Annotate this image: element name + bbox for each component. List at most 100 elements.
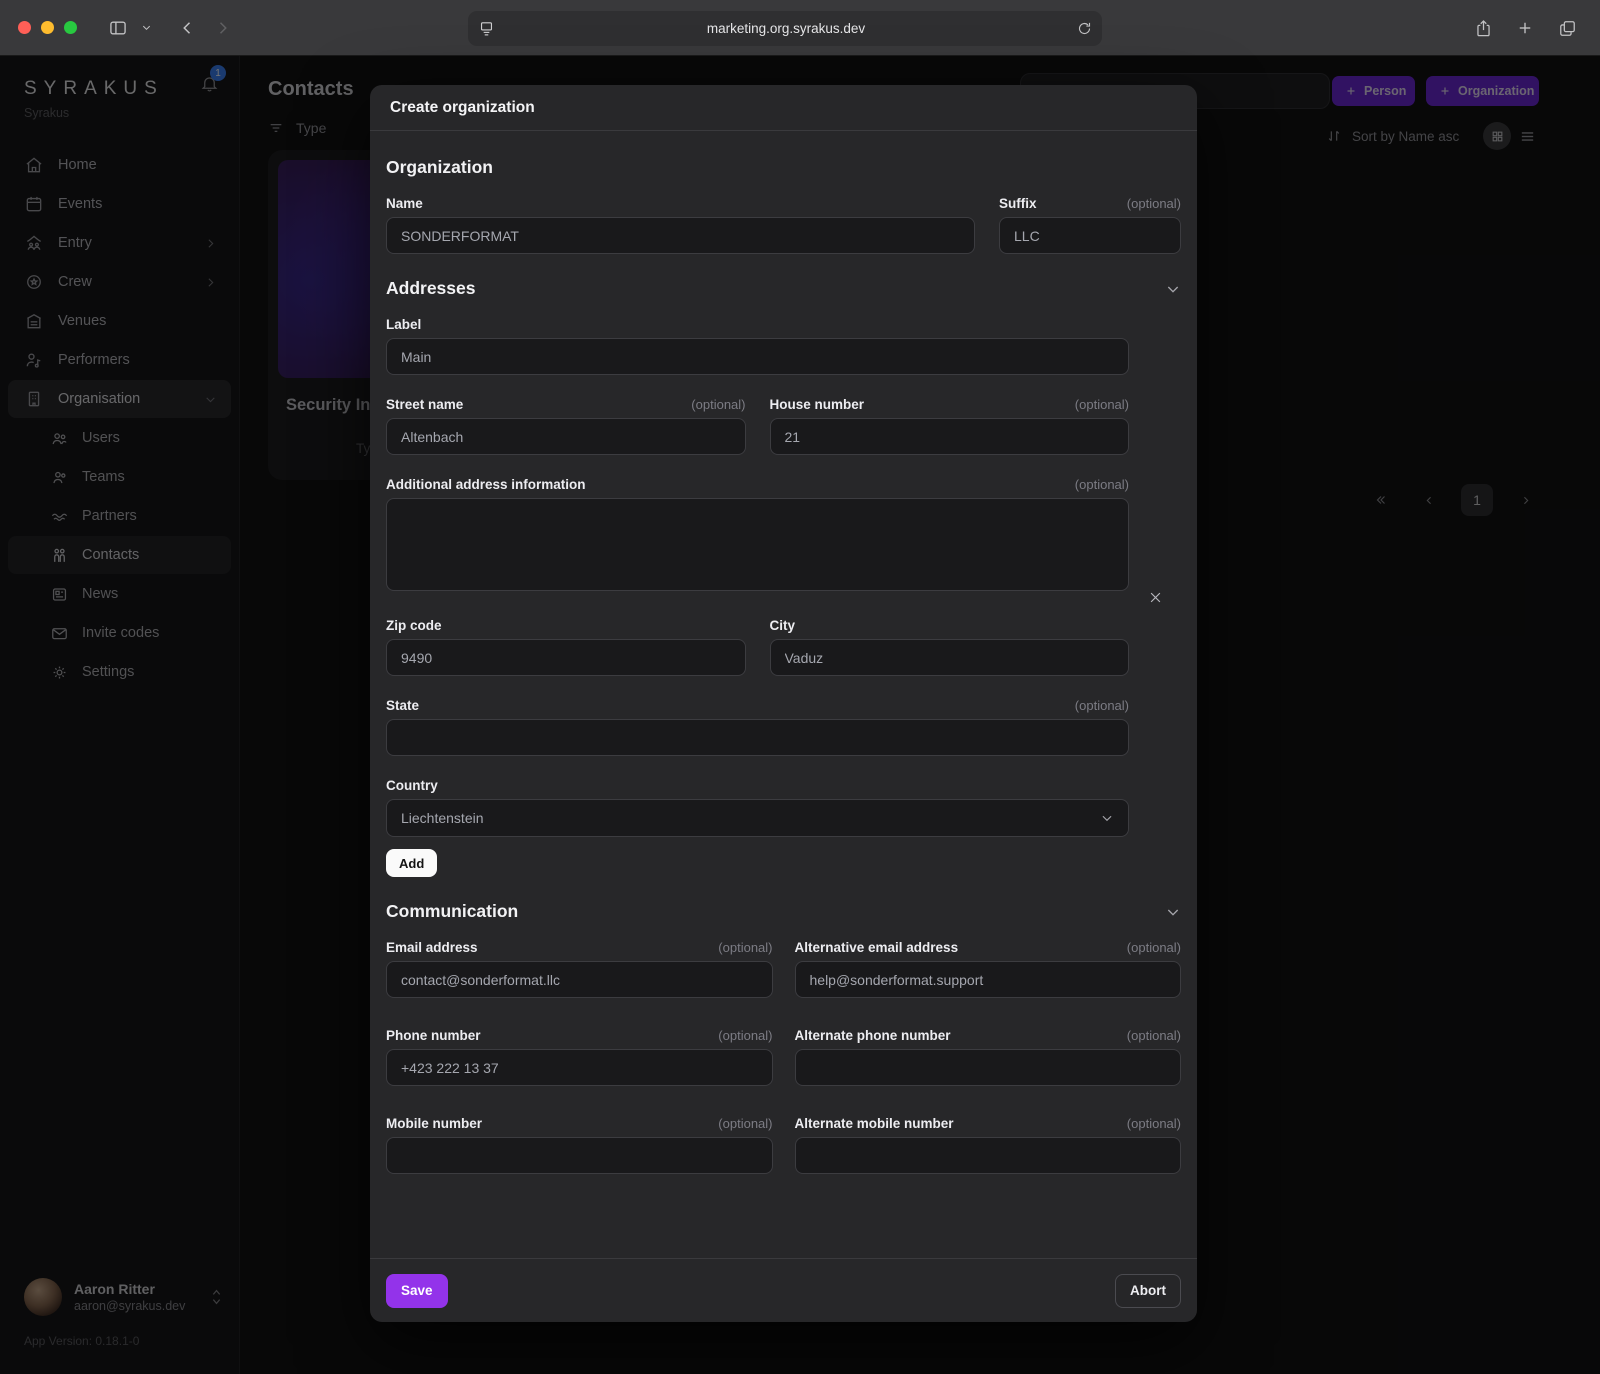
addresses-section-heading: Addresses bbox=[386, 278, 476, 299]
url-bar[interactable]: marketing.org.syrakus.dev bbox=[468, 11, 1102, 46]
email-label: Email address bbox=[386, 940, 478, 955]
tab-overview-icon[interactable] bbox=[1550, 13, 1584, 43]
email-input[interactable] bbox=[386, 961, 773, 998]
alt-mobile-label: Alternate mobile number bbox=[795, 1116, 954, 1131]
add-organization-label: Organization bbox=[1458, 84, 1534, 98]
optional-tag: (optional) bbox=[691, 397, 745, 412]
alt-email-input[interactable] bbox=[795, 961, 1182, 998]
sidebar-item-events[interactable]: Events bbox=[8, 185, 231, 223]
name-label: Name bbox=[386, 196, 423, 211]
sidebar-item-organisation[interactable]: Organisation bbox=[8, 380, 231, 418]
sidebar-toggle-icon[interactable] bbox=[101, 13, 135, 43]
filter-icon bbox=[268, 120, 284, 136]
traffic-lights bbox=[18, 21, 77, 34]
sidebar-item-news[interactable]: News bbox=[8, 575, 231, 613]
add-person-label: Person bbox=[1364, 84, 1406, 98]
city-input[interactable] bbox=[770, 639, 1130, 676]
sidebar-item-entry[interactable]: Entry bbox=[8, 224, 231, 262]
sidebar-item-contacts[interactable]: Contacts bbox=[8, 536, 231, 574]
sidebar-item-partners[interactable]: Partners bbox=[8, 497, 231, 535]
sidebar-item-label: Contacts bbox=[82, 547, 139, 563]
optional-tag: (optional) bbox=[1127, 196, 1181, 211]
sidebar-item-label: Performers bbox=[58, 352, 217, 368]
suffix-input[interactable] bbox=[999, 217, 1181, 254]
collapse-communication-chevron-icon[interactable] bbox=[1165, 904, 1181, 920]
modal-footer: Save Abort bbox=[370, 1258, 1197, 1322]
add-person-button[interactable]: Person bbox=[1332, 76, 1415, 106]
user-menu[interactable]: Aaron Ritter aaron@syrakus.dev bbox=[24, 1278, 223, 1316]
sidebar-item-crew[interactable]: Crew bbox=[8, 263, 231, 301]
alt-email-label: Alternative email address bbox=[795, 940, 959, 955]
street-name-input[interactable] bbox=[386, 418, 746, 455]
alt-phone-input[interactable] bbox=[795, 1049, 1182, 1086]
sort-control[interactable]: Sort by Name asc bbox=[1326, 122, 1536, 150]
contacts-icon bbox=[50, 546, 69, 565]
zip-code-input[interactable] bbox=[386, 639, 746, 676]
house-number-input[interactable] bbox=[770, 418, 1130, 455]
sidebar-item-teams[interactable]: Teams bbox=[8, 458, 231, 496]
current-page-button[interactable]: 1 bbox=[1461, 484, 1493, 516]
sidebar-item-users[interactable]: Users bbox=[8, 419, 231, 457]
previous-page-button[interactable] bbox=[1413, 484, 1445, 516]
country-select[interactable]: Liechtenstein bbox=[386, 799, 1129, 837]
modal-body: Organization Name Suffix (optional) bbox=[370, 131, 1197, 1258]
suffix-label: Suffix bbox=[999, 196, 1037, 211]
state-input[interactable] bbox=[386, 719, 1129, 756]
filter-label: Type bbox=[296, 120, 326, 136]
refresh-icon[interactable] bbox=[1077, 21, 1092, 36]
plus-icon bbox=[1345, 85, 1357, 97]
close-window-button[interactable] bbox=[18, 21, 31, 34]
type-filter[interactable]: Type bbox=[268, 120, 326, 136]
url-text[interactable]: marketing.org.syrakus.dev bbox=[495, 21, 1077, 36]
street-name-label: Street name bbox=[386, 397, 463, 412]
remove-address-button[interactable] bbox=[1148, 590, 1163, 605]
optional-tag: (optional) bbox=[1075, 477, 1129, 492]
add-organization-button[interactable]: Organization bbox=[1426, 76, 1539, 106]
optional-tag: (optional) bbox=[718, 1116, 772, 1131]
minimize-window-button[interactable] bbox=[41, 21, 54, 34]
browser-chrome: marketing.org.syrakus.dev bbox=[0, 0, 1600, 56]
country-label: Country bbox=[386, 778, 438, 793]
optional-tag: (optional) bbox=[718, 1028, 772, 1043]
alt-mobile-input[interactable] bbox=[795, 1137, 1182, 1174]
phone-input[interactable] bbox=[386, 1049, 773, 1086]
grid-view-button[interactable] bbox=[1483, 122, 1511, 150]
sort-label: Sort by Name asc bbox=[1352, 129, 1459, 144]
sidebar-item-venues[interactable]: Venues bbox=[8, 302, 231, 340]
city-label: City bbox=[770, 618, 796, 633]
add-address-button[interactable]: Add bbox=[386, 849, 437, 877]
share-icon[interactable] bbox=[1466, 13, 1500, 43]
collapse-addresses-chevron-icon[interactable] bbox=[1165, 281, 1181, 297]
organization-name-input[interactable] bbox=[386, 217, 975, 254]
sidebar-item-home[interactable]: Home bbox=[8, 146, 231, 184]
users-icon bbox=[50, 429, 69, 448]
envelope-icon bbox=[50, 624, 69, 643]
user-name: Aaron Ritter bbox=[74, 1281, 198, 1297]
sidebar-item-label: Partners bbox=[82, 508, 137, 524]
mobile-input[interactable] bbox=[386, 1137, 773, 1174]
news-icon bbox=[50, 585, 69, 604]
notifications-button[interactable]: 1 bbox=[200, 74, 219, 93]
sidebar-item-label: Settings bbox=[82, 664, 134, 680]
house-number-label: House number bbox=[770, 397, 865, 412]
save-button[interactable]: Save bbox=[386, 1274, 448, 1308]
chevron-down-icon bbox=[204, 393, 217, 406]
address-label-input[interactable] bbox=[386, 338, 1129, 375]
back-button[interactable] bbox=[171, 13, 205, 43]
new-tab-icon[interactable] bbox=[1508, 13, 1542, 43]
list-view-button[interactable] bbox=[1519, 128, 1536, 145]
zoom-window-button[interactable] bbox=[64, 21, 77, 34]
first-page-button[interactable] bbox=[1365, 484, 1397, 516]
sidebar-item-performers[interactable]: Performers bbox=[8, 341, 231, 379]
additional-address-textarea[interactable] bbox=[386, 498, 1129, 591]
brand-logo: SYRAKUS bbox=[24, 78, 164, 100]
sidebar-item-settings[interactable]: Settings bbox=[8, 653, 231, 691]
reader-icon[interactable] bbox=[478, 20, 495, 37]
country-value: Liechtenstein bbox=[401, 810, 484, 826]
chevron-up-down-icon bbox=[210, 1288, 223, 1306]
venue-icon bbox=[24, 311, 44, 331]
sidebar-item-invite-codes[interactable]: Invite codes bbox=[8, 614, 231, 652]
abort-button[interactable]: Abort bbox=[1115, 1274, 1181, 1308]
next-page-button[interactable] bbox=[1509, 484, 1541, 516]
chevron-down-icon[interactable] bbox=[135, 13, 157, 43]
